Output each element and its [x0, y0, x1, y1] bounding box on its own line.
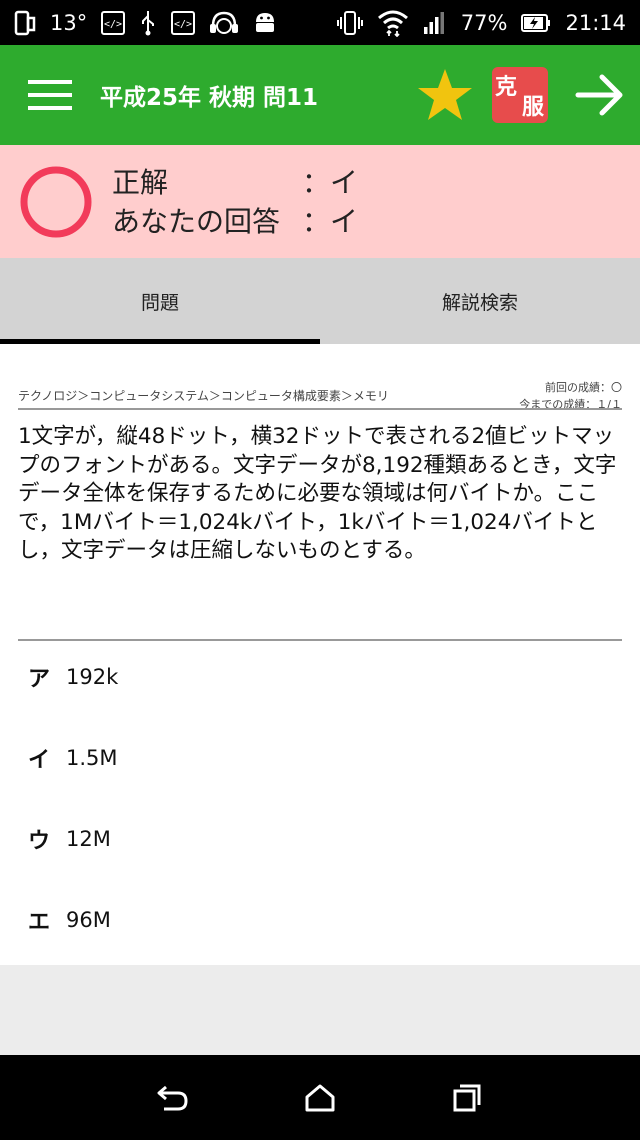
correct-circle-icon	[0, 164, 112, 240]
tab-bar: 問題 解説検索	[0, 258, 640, 344]
choice-item[interactable]: エ 96M	[0, 880, 640, 960]
overcome-badge-char: 克	[495, 75, 518, 100]
status-bar-left: 13° </> </>	[14, 10, 277, 36]
android-icon	[253, 10, 277, 36]
arrow-right-icon[interactable]	[560, 45, 640, 145]
tab-question[interactable]: 問題	[0, 258, 320, 344]
system-nav-bar	[0, 1055, 640, 1140]
tab-question-label: 問題	[140, 291, 179, 314]
tab-explanation-search[interactable]: 解説検索	[320, 258, 640, 344]
overcome-badge-char: 服	[521, 95, 544, 120]
overall-result: 今までの成績：１/１	[519, 398, 622, 411]
clock-text: 21:14	[565, 10, 626, 35]
svg-text:</>: </>	[104, 19, 122, 30]
svg-text:</>: </>	[174, 19, 192, 30]
choice-item[interactable]: ア 192k	[0, 637, 640, 717]
status-bar-right: 77% 21:14	[336, 9, 626, 37]
wifi-icon	[377, 9, 409, 37]
result-lines: 正解 ：イ あなたの回答 ：イ	[112, 163, 358, 241]
recents-icon[interactable]	[437, 1068, 497, 1128]
choice-item[interactable]: ウ 12M	[0, 799, 640, 879]
status-bar: 13° </> </> 77% 21:14	[0, 0, 640, 45]
choice-label: ウ	[28, 829, 51, 854]
battery-charging-icon	[521, 13, 551, 33]
vibrate-icon	[336, 10, 363, 36]
divider	[18, 408, 622, 410]
result-panel: 正解 ：イ あなたの回答 ：イ	[0, 145, 640, 258]
app-bar: 平成25年 秋期 問11 克 服	[0, 45, 640, 145]
choice-value: 96M	[66, 908, 111, 932]
choice-label: ア	[28, 667, 51, 692]
choice-value: 192k	[66, 665, 119, 689]
correct-answer-value: ：イ	[302, 165, 359, 199]
code-icon: </>	[101, 10, 126, 35]
correct-answer-row: 正解 ：イ	[112, 163, 358, 202]
breadcrumb: テクノロジ＞コンピュータシステム＞コンピュータ構成要素＞メモリ	[18, 389, 389, 403]
signal-icon	[423, 11, 447, 35]
back-icon[interactable]	[143, 1068, 203, 1128]
your-answer-label: あなたの回答	[112, 204, 281, 238]
choice-label: イ	[28, 748, 51, 773]
question-text: 1文字が，縦48ドット，横32ドットで表される2値ビットマップのフォントがある。…	[18, 424, 617, 563]
star-icon[interactable]	[410, 45, 480, 145]
your-answer-row: あなたの回答 ：イ	[112, 202, 358, 241]
usb-icon	[139, 10, 157, 36]
previous-result: 前回の成績：〇	[545, 381, 622, 394]
choice-label: エ	[28, 910, 51, 935]
question-content: テクノロジ＞コンピュータシステム＞コンピュータ構成要素＞メモリ 前回の成績：〇 …	[0, 344, 640, 965]
choice-value: 12M	[66, 827, 111, 851]
dual-screen-icon	[14, 10, 36, 36]
your-answer-value: ：イ	[302, 204, 359, 238]
question-meta: テクノロジ＞コンピュータシステム＞コンピュータ構成要素＞メモリ 前回の成績：〇 …	[18, 362, 622, 411]
code-icon: </>	[171, 10, 196, 35]
temperature-text: 13°	[50, 10, 88, 35]
page-title: 平成25年 秋期 問11	[100, 85, 319, 111]
overcome-button[interactable]: 克 服	[480, 45, 560, 145]
choice-value: 1.5M	[66, 746, 118, 770]
headphone-mascot-icon	[209, 10, 239, 36]
overcome-badge: 克 服	[492, 67, 548, 123]
battery-percent-text: 77%	[460, 10, 508, 35]
hamburger-menu-icon[interactable]	[0, 45, 100, 145]
tab-explanation-search-label: 解説検索	[441, 291, 518, 314]
correct-answer-label: 正解	[112, 165, 169, 199]
choice-item[interactable]: イ 1.5M	[0, 718, 640, 798]
home-icon[interactable]	[290, 1068, 350, 1128]
